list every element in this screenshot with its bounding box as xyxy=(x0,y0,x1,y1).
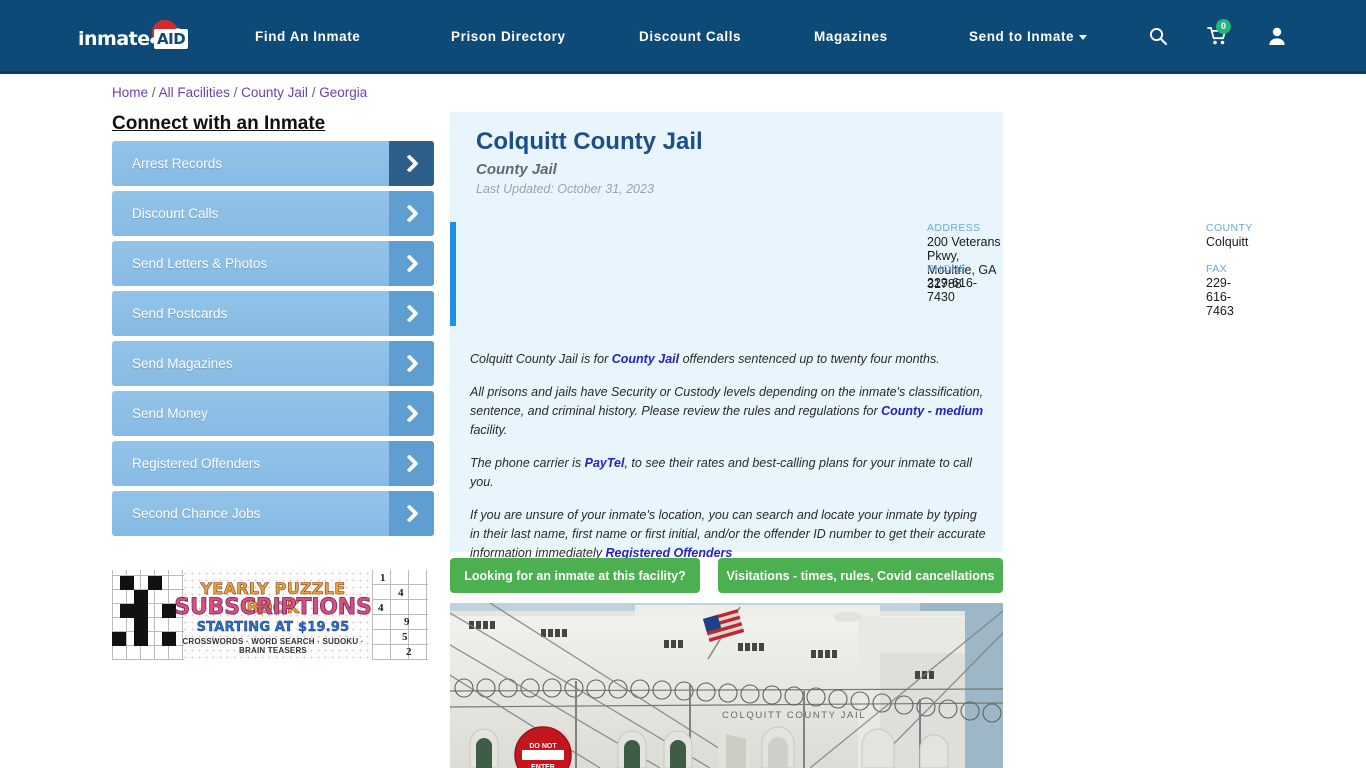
sidebar-title: Connect with an Inmate xyxy=(112,113,326,134)
chevron-down-icon xyxy=(1079,34,1088,40)
address-label: ADDRESS xyxy=(927,222,981,234)
sidebar-item-send-money[interactable]: Send Money xyxy=(112,391,434,436)
sudoku-digit: 4 xyxy=(398,587,404,599)
description-paragraph-3: The phone carrier is PayTel, to see thei… xyxy=(470,454,986,492)
visitation-info-button[interactable]: Visitations - times, rules, Covid cancel… xyxy=(718,558,1003,593)
find-inmate-button[interactable]: Looking for an inmate at this facility? xyxy=(450,558,700,593)
link-county-medium[interactable]: County - medium xyxy=(881,404,983,418)
sidebar-item-label: Arrest Records xyxy=(132,156,223,171)
page-title: Colquitt County Jail xyxy=(476,128,703,155)
p1-text-a: Colquitt County Jail is for xyxy=(470,352,612,366)
phone-value: 229-616-7430 xyxy=(927,276,978,304)
ad-price: STARTING AT $19.95 xyxy=(196,620,350,635)
sidebar-item-send-letters-photos[interactable]: Send Letters & Photos xyxy=(112,241,434,286)
chevron-right-icon xyxy=(389,391,434,436)
user-icon-svg xyxy=(1269,27,1285,45)
last-updated: Last Updated: October 31, 2023 xyxy=(476,182,654,196)
cart-icon[interactable]: 0 xyxy=(1207,19,1231,51)
sidebar-item-label: Send Letters & Photos xyxy=(132,256,268,271)
sidebar-item-label: Send Magazines xyxy=(132,356,233,371)
nav-link-send-to-inmate-label: Send to Inmate xyxy=(969,29,1075,44)
p2-text-b: facility. xyxy=(470,423,508,437)
sudoku-digit: 1 xyxy=(380,572,386,584)
fax-value: 229-616-7463 xyxy=(1206,276,1234,318)
cart-count-badge: 0 xyxy=(1216,19,1231,34)
link-county-jail[interactable]: County Jail xyxy=(612,352,679,366)
sidebar-item-label: Second Chance Jobs xyxy=(132,506,261,521)
fax-label: FAX xyxy=(1206,263,1228,275)
breadcrumb-separator-3: / xyxy=(311,85,316,100)
nav-link-magazines[interactable]: Magazines xyxy=(814,29,888,44)
breadcrumb-separator-1: / xyxy=(151,85,156,100)
ad-headline-2: SUBSCRIPTIONS xyxy=(174,595,372,621)
chevron-right-icon xyxy=(389,241,434,286)
accent-bar xyxy=(450,222,456,326)
facility-type: County Jail xyxy=(476,161,557,178)
site-logo[interactable]: inmate AID xyxy=(78,17,190,54)
ad-categories: CROSSWORDS · WORD SEARCH · SUDOKU · BRAI… xyxy=(182,637,364,655)
sidebar-item-label: Send Postcards xyxy=(132,306,228,321)
chevron-right-icon xyxy=(389,441,434,486)
county-label: COUNTY xyxy=(1206,222,1253,234)
breadcrumb-item-home[interactable]: Home xyxy=(112,85,148,100)
phone-label: PHONE xyxy=(927,263,967,275)
sudoku-digit: 4 xyxy=(378,602,384,614)
p3-text-a: The phone carrier is xyxy=(470,456,585,470)
chevron-right-icon xyxy=(389,341,434,386)
breadcrumb-separator-2: / xyxy=(233,85,238,100)
search-icon-svg xyxy=(1149,27,1168,46)
sidebar-menu: Arrest Records Discount Calls Send Lette… xyxy=(112,141,434,541)
user-account-icon[interactable] xyxy=(1268,26,1286,51)
breadcrumb-item-all-facilities[interactable]: All Facilities xyxy=(159,85,230,100)
description-paragraph-2: All prisons and jails have Security or C… xyxy=(470,383,986,440)
chevron-right-icon xyxy=(389,141,434,186)
facility-photo-svg: COLQUITT COUNTY JAIL DO NOT ENTER xyxy=(450,603,1003,768)
sidebar-item-arrest-records[interactable]: Arrest Records xyxy=(112,141,434,186)
county-value: Colquitt xyxy=(1206,235,1249,249)
description-paragraph-1: Colquitt County Jail is for County Jail … xyxy=(470,350,986,369)
breadcrumb-item-county-jail[interactable]: County Jail xyxy=(241,85,308,100)
building-name-text: COLQUITT COUNTY JAIL xyxy=(722,710,866,721)
logo-wordmark: inmate xyxy=(78,28,150,50)
link-paytel[interactable]: PayTel xyxy=(585,456,625,470)
puzzle-book-ad[interactable]: 1 4 4 9 5 2 YEARLY PUZZLE BOOK SUBSCRIPT… xyxy=(112,570,428,660)
sidebar-item-registered-offenders[interactable]: Registered Offenders xyxy=(112,441,434,486)
svg-text:ENTER: ENTER xyxy=(531,764,555,768)
p1-text-b: offenders sentenced up to twenty four mo… xyxy=(679,352,940,366)
sudoku-digit: 5 xyxy=(402,631,408,643)
nav-link-prison-directory[interactable]: Prison Directory xyxy=(451,29,566,44)
chevron-right-icon xyxy=(389,191,434,236)
sudoku-digit: 2 xyxy=(406,646,412,658)
facility-panel: Colquitt County Jail County Jail Last Up… xyxy=(450,112,1252,560)
breadcrumb-item-georgia[interactable]: Georgia xyxy=(319,85,367,100)
sudoku-digit: 9 xyxy=(404,616,410,628)
sidebar-item-second-chance-jobs[interactable]: Second Chance Jobs xyxy=(112,491,434,536)
search-icon[interactable] xyxy=(1148,26,1168,51)
sidebar-item-send-postcards[interactable]: Send Postcards xyxy=(112,291,434,336)
top-navbar: inmate AID Find An Inmate Prison Directo… xyxy=(0,0,1366,74)
facility-header: Colquitt County Jail County Jail Last Up… xyxy=(476,128,703,196)
sidebar-item-label: Send Money xyxy=(132,406,208,421)
svg-text:DO NOT: DO NOT xyxy=(529,743,557,750)
sidebar-item-send-magazines[interactable]: Send Magazines xyxy=(112,341,434,386)
description-paragraph-4: If you are unsure of your inmate's locat… xyxy=(470,506,986,563)
sidebar-item-label: Discount Calls xyxy=(132,206,219,221)
facility-info-box: ADDRESS 200 Veterans Pkwy, Moultrie, GA … xyxy=(450,222,1252,337)
facility-description: Colquitt County Jail is for County Jail … xyxy=(470,350,986,577)
nav-link-send-to-inmate[interactable]: Send to Inmate xyxy=(969,29,1088,44)
chevron-right-icon xyxy=(389,491,434,536)
chevron-right-icon xyxy=(389,291,434,336)
breadcrumb: Home / All Facilities / County Jail / Ge… xyxy=(112,85,367,100)
logo-badge: AID xyxy=(154,29,189,49)
nav-link-find-an-inmate[interactable]: Find An Inmate xyxy=(255,29,360,44)
nav-link-discount-calls[interactable]: Discount Calls xyxy=(639,29,741,44)
sudoku-graphic: 1 4 4 9 5 2 xyxy=(372,570,428,660)
sidebar-item-label: Registered Offenders xyxy=(132,456,261,471)
facility-photo: COLQUITT COUNTY JAIL DO NOT ENTER xyxy=(450,603,1003,768)
sidebar-item-discount-calls[interactable]: Discount Calls xyxy=(112,191,434,236)
